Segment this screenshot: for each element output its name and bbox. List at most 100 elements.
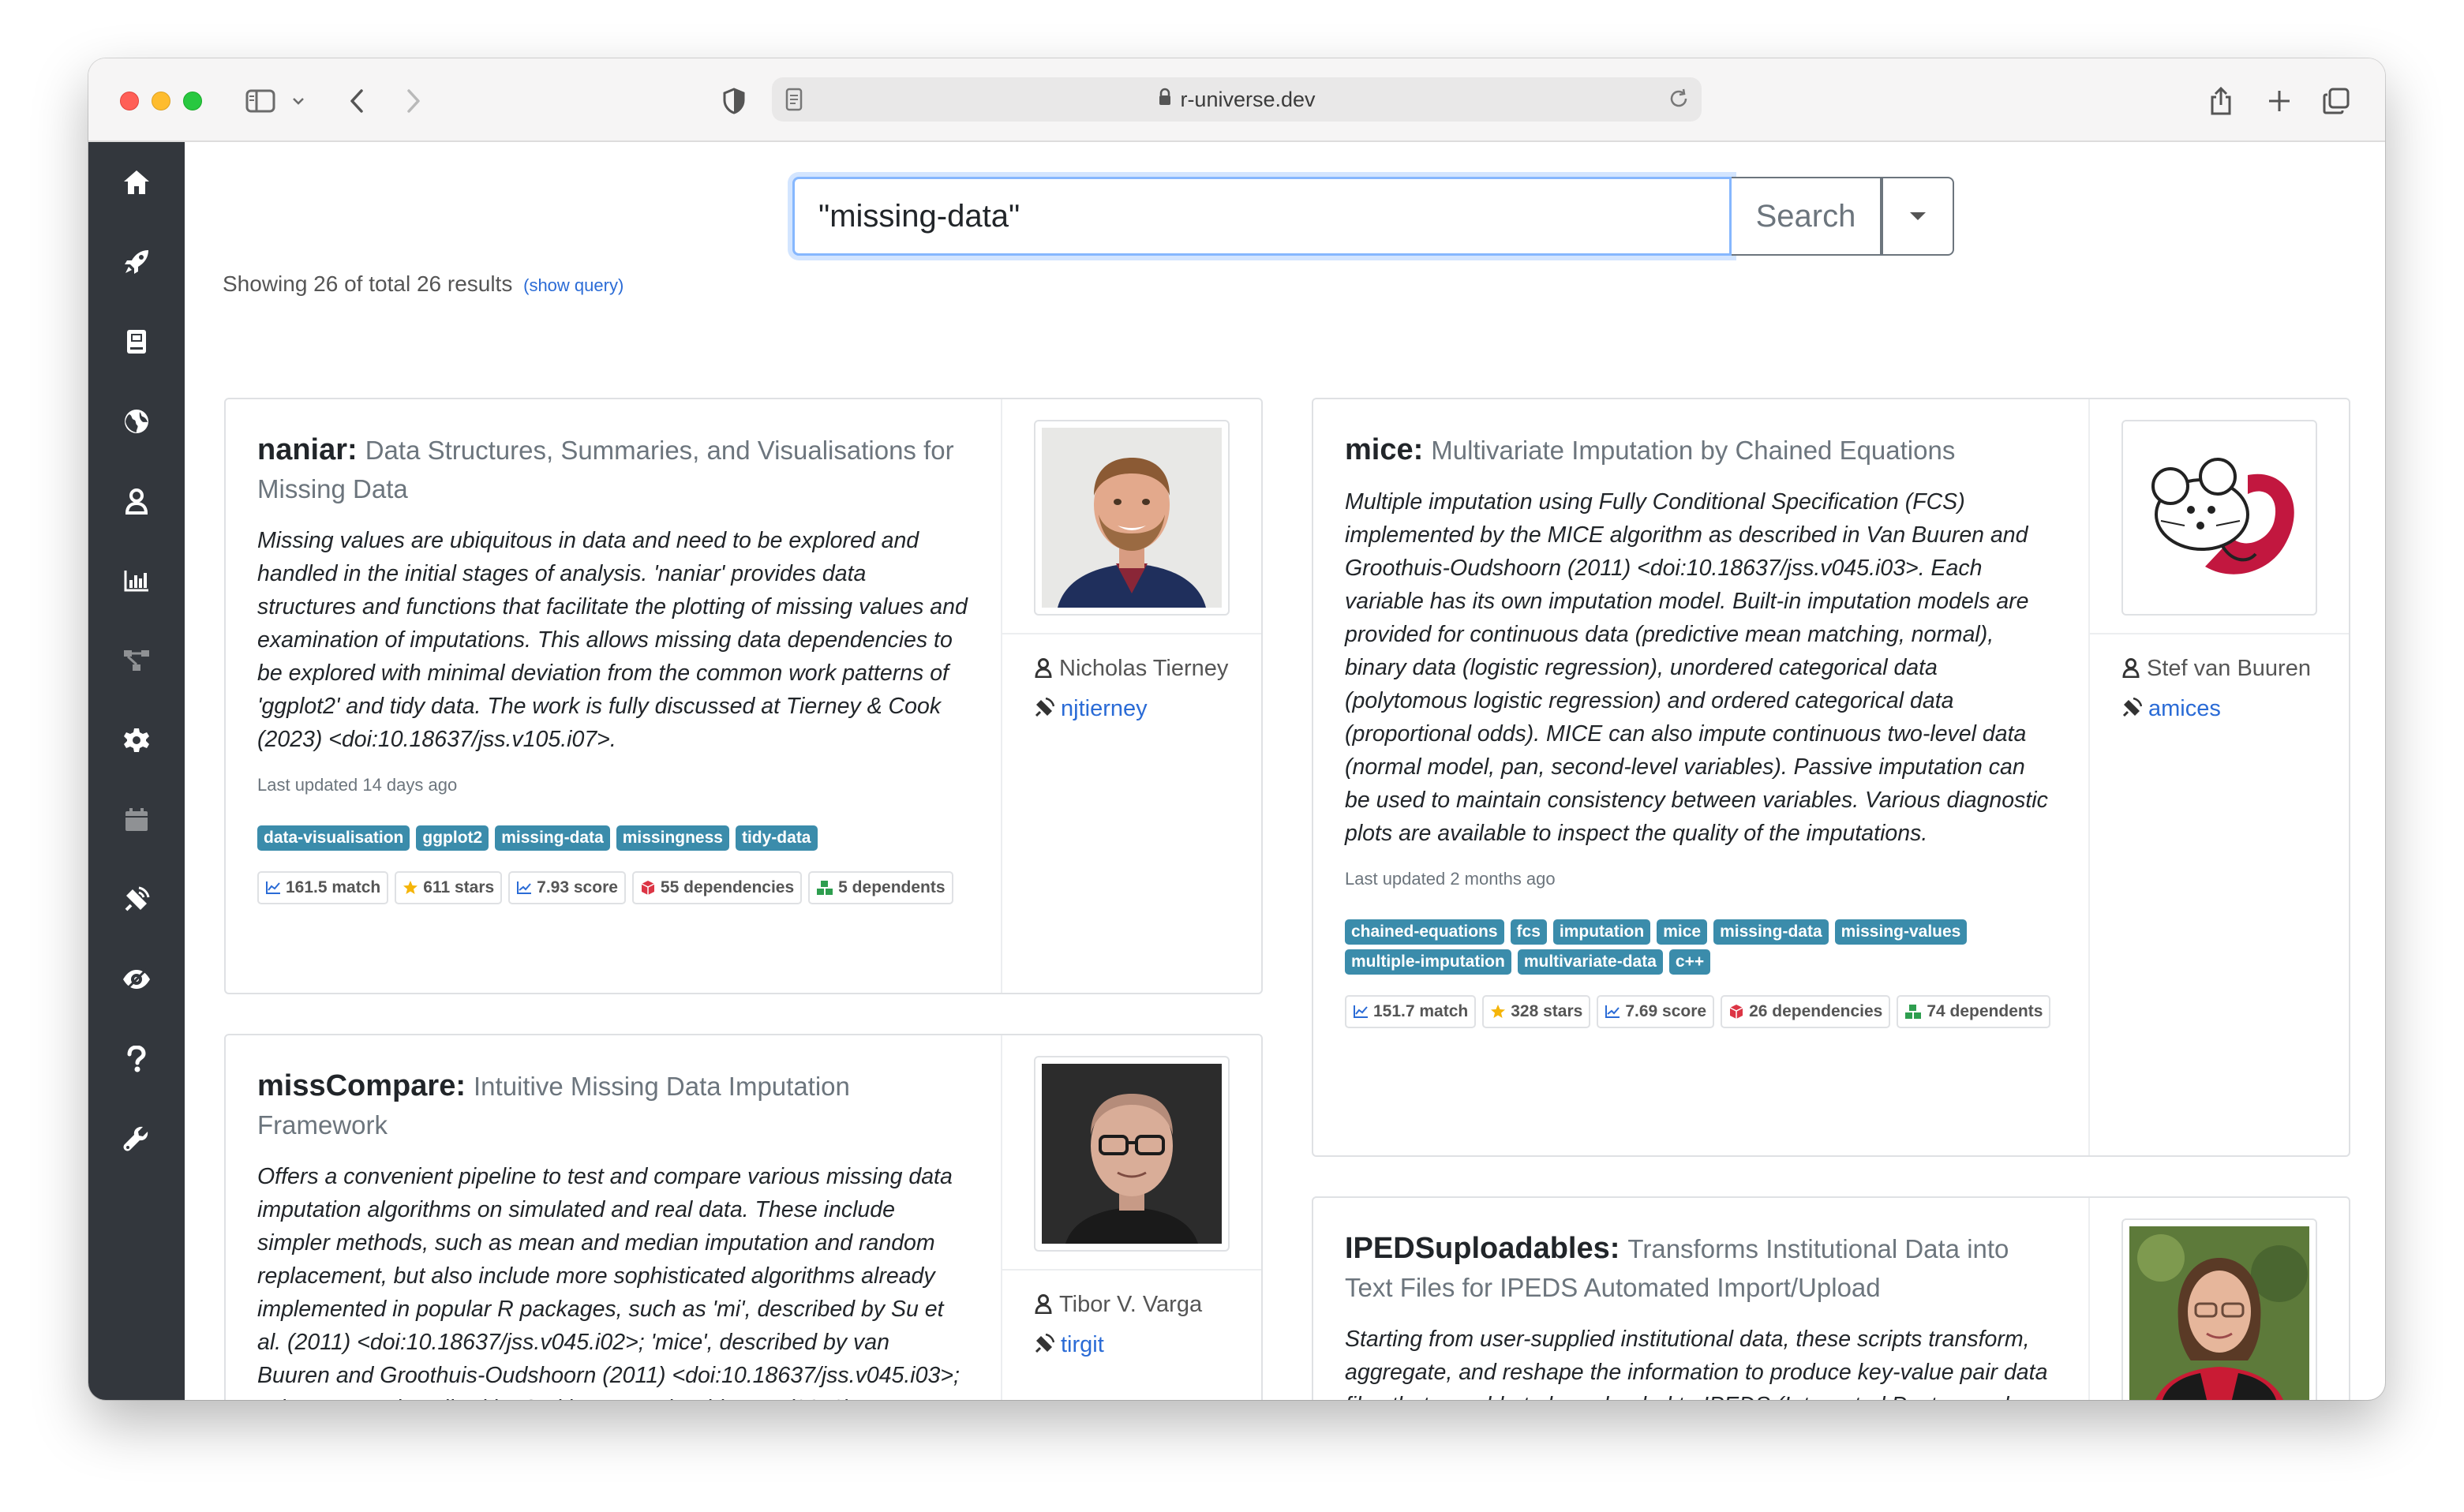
sidebar-item-maintainers[interactable] <box>88 461 185 541</box>
package-description: Missing values are ubiquitous in data an… <box>257 528 968 752</box>
search-button[interactable]: Search <box>1732 177 1882 256</box>
show-query-link[interactable]: (show query) <box>523 275 623 295</box>
github-link[interactable]: tirgit <box>1034 1328 1247 1364</box>
sidebar <box>88 142 185 1400</box>
topic-tag[interactable]: multivariate-data <box>1517 949 1663 975</box>
address-bar[interactable]: r-universe.dev <box>772 77 1702 122</box>
sidebar-item-views[interactable] <box>88 939 185 1019</box>
package-card-body: IPEDSuploadables: Transforms Institution… <box>1345 1229 2055 1400</box>
sidebar-item-settings[interactable] <box>88 700 185 780</box>
cube-icon <box>641 881 655 895</box>
topic-tag[interactable]: missingness <box>616 825 729 851</box>
forward-icon[interactable] <box>398 84 429 118</box>
chart-line-icon <box>1354 1005 1368 1018</box>
maintainer-name[interactable]: Nicholas Tierney <box>1059 656 1228 681</box>
tab-overview-icon[interactable] <box>2320 84 2352 118</box>
search-options-dropdown[interactable] <box>1882 177 1954 256</box>
topic-tag[interactable]: missing-data <box>495 825 610 851</box>
maintainer-avatar[interactable] <box>1034 420 1230 616</box>
maintainer-avatar[interactable] <box>2121 420 2317 616</box>
back-icon[interactable] <box>341 84 373 118</box>
maintainer-info: Nicholas Tierney njtierney <box>1034 652 1247 728</box>
score-badge[interactable]: 7.69 score <box>1597 995 1715 1028</box>
star-icon <box>403 881 418 894</box>
stars-badge[interactable]: 328 stars <box>1482 995 1591 1028</box>
caret-down-icon <box>1910 212 1926 220</box>
topic-tag[interactable]: c++ <box>1668 949 1711 975</box>
package-name-link[interactable]: IPEDSuploadables: <box>1345 1232 1620 1265</box>
dependents-badge[interactable]: 5 dependents <box>808 871 953 904</box>
match-badge[interactable]: 161.5 match <box>257 871 389 904</box>
dependents-badge[interactable]: 74 dependents <box>1897 995 2051 1028</box>
maintainer-panel: Nicholas Tierney njtierney <box>1001 399 1261 993</box>
package-description: Starting from user-supplied institutiona… <box>1345 1327 2048 1400</box>
sidebar-item-dependencies[interactable] <box>88 620 185 700</box>
rocket-icon <box>125 249 148 274</box>
sidebar-item-docs[interactable] <box>88 301 185 381</box>
package-card-misscompare: missCompare: Intuitive Missing Data Impu… <box>224 1034 1263 1400</box>
chart-line-icon <box>266 881 280 894</box>
package-card-mice: mice: Multivariate Imputation by Chained… <box>1312 398 2350 1157</box>
wrench-icon <box>123 1126 148 1151</box>
package-card-naniar: naniar: Data Structures, Summaries, and … <box>224 398 1263 994</box>
match-badge[interactable]: 151.7 match <box>1345 995 1477 1028</box>
topic-tag[interactable]: mice <box>1657 919 1708 945</box>
topic-tag[interactable]: chained-equations <box>1345 919 1504 945</box>
shield-icon[interactable] <box>720 84 748 118</box>
avatar-photo <box>1042 428 1222 608</box>
package-card-body: missCompare: Intuitive Missing Data Impu… <box>257 1067 968 1400</box>
score-badge[interactable]: 7.93 score <box>508 871 626 904</box>
package-name-link[interactable]: missCompare: <box>257 1069 466 1102</box>
maintainer-avatar[interactable] <box>2121 1218 2317 1400</box>
chevron-down-icon[interactable] <box>289 84 308 118</box>
maintainer-name[interactable]: Stef van Buuren <box>2147 656 2311 681</box>
topic-tag[interactable]: multiple-imputation <box>1345 949 1511 975</box>
satellite-icon <box>1034 1330 1055 1364</box>
maintainer-avatar[interactable] <box>1034 1056 1230 1252</box>
topic-tag[interactable]: imputation <box>1552 919 1651 945</box>
dependencies-badge[interactable]: 55 dependencies <box>631 871 803 904</box>
sidebar-item-apis[interactable] <box>88 859 185 939</box>
zoom-window-button[interactable] <box>183 92 202 110</box>
package-stats: 161.5 match 611 stars 7.93 score 55 depe… <box>257 871 968 904</box>
minimize-window-button[interactable] <box>152 92 170 110</box>
package-subtitle: Data Structures, Summaries, and Visualis… <box>257 436 954 503</box>
stars-badge[interactable]: 611 stars <box>395 871 503 904</box>
maintainer-info: Stef van Buuren amices <box>2121 652 2335 728</box>
sidebar-item-stats[interactable] <box>88 541 185 620</box>
topic-tag[interactable]: tidy-data <box>735 825 818 851</box>
topic-tag[interactable]: data-visualisation <box>257 825 410 851</box>
maintainer-name[interactable]: Tibor V. Varga <box>1059 1292 1202 1317</box>
close-window-button[interactable] <box>120 92 139 110</box>
github-link[interactable]: amices <box>2121 692 2335 728</box>
topic-tag[interactable]: ggplot2 <box>416 825 489 851</box>
lock-icon <box>1158 88 1172 112</box>
user-icon <box>1034 654 1053 687</box>
sidebar-item-help[interactable] <box>88 1019 185 1098</box>
package-name-link[interactable]: naniar: <box>257 433 358 466</box>
browser-window: r-universe.dev "missing-data" Search Sho… <box>88 58 2385 1400</box>
maintainer-panel: Tibor V. Varga tirgit <box>1001 1035 1261 1400</box>
package-name-link[interactable]: mice: <box>1345 433 1423 466</box>
share-icon[interactable] <box>2205 84 2237 118</box>
topic-tag[interactable]: fcs <box>1510 919 1547 945</box>
sidebar-item-universe[interactable] <box>88 381 185 461</box>
sidebar-toggle-icon[interactable] <box>243 84 278 118</box>
topic-tag[interactable]: missing-data <box>1713 919 1829 945</box>
reload-icon[interactable] <box>1667 87 1691 116</box>
new-tab-icon[interactable] <box>2264 84 2295 118</box>
search-input[interactable]: "missing-data" <box>792 177 1732 256</box>
topic-tag[interactable]: missing-values <box>1834 919 1968 945</box>
sidebar-item-builds[interactable] <box>88 222 185 301</box>
package-title: missCompare: Intuitive Missing Data Impu… <box>257 1067 968 1144</box>
dependencies-badge[interactable]: 26 dependencies <box>1721 995 1891 1028</box>
satellite-icon <box>1034 694 1055 728</box>
avatar-photo <box>1042 1064 1222 1244</box>
sidebar-item-calendar[interactable] <box>88 780 185 859</box>
sidebar-item-tools[interactable] <box>88 1098 185 1178</box>
github-link[interactable]: njtierney <box>1034 692 1247 728</box>
package-stats: 151.7 match 328 stars 7.69 score 26 depe… <box>1345 995 2055 1028</box>
sidebar-item-home[interactable] <box>88 142 185 222</box>
github-username: amices <box>2148 696 2221 721</box>
package-subtitle: Multivariate Imputation by Chained Equat… <box>1431 436 1956 465</box>
